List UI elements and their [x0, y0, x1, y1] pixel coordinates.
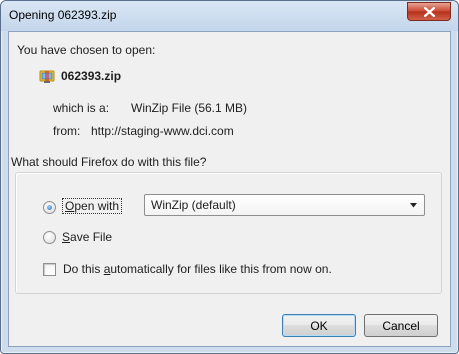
auto-action-label[interactable]: Do this automatically for files like thi… — [63, 262, 332, 276]
title-bar[interactable]: Opening 062393.zip — [1, 1, 458, 31]
chevron-down-icon — [410, 203, 417, 208]
action-options-group: Open with WinZip (default) Save File Do … — [15, 172, 442, 294]
window-title: Opening 062393.zip — [9, 8, 117, 22]
cancel-button[interactable]: Cancel — [364, 314, 438, 337]
open-with-app-value: WinZip (default) — [151, 198, 236, 212]
save-file-label[interactable]: Save File — [62, 230, 112, 244]
open-with-app-select[interactable]: WinZip (default) — [144, 194, 425, 216]
auto-action-rest: utomatically for files like this from no… — [110, 262, 332, 276]
source-label: from: — [53, 124, 81, 138]
source-url: http://staging-www.dci.com — [91, 124, 234, 138]
file-type-label: which is a: — [53, 101, 110, 115]
save-file-accesskey: S — [62, 230, 71, 244]
save-file-label-text: ave File — [70, 230, 113, 244]
dialog-body: You have chosen to open: 062393.zip whic… — [8, 31, 451, 347]
action-question: What should Firefox do with this file? — [11, 155, 207, 169]
open-with-radio[interactable] — [43, 201, 56, 214]
file-name: 062393.zip — [61, 69, 122, 83]
auto-action-checkbox[interactable] — [43, 263, 56, 276]
download-dialog-window: Opening 062393.zip You have chosen to op… — [0, 0, 459, 354]
save-file-radio[interactable] — [43, 231, 56, 244]
winzip-file-icon — [39, 70, 55, 83]
ok-button[interactable]: OK — [282, 314, 356, 337]
file-type-value: WinZip File (56.1 MB) — [131, 101, 248, 115]
auto-action-prefix: Do this — [63, 262, 104, 276]
prompt-text: You have chosen to open: — [17, 43, 156, 57]
open-with-label[interactable]: Open with — [62, 198, 123, 214]
close-button[interactable] — [407, 2, 451, 21]
close-icon — [423, 6, 435, 17]
open-with-label-text: pen with — [74, 199, 120, 213]
open-with-accesskey: O — [65, 199, 75, 213]
